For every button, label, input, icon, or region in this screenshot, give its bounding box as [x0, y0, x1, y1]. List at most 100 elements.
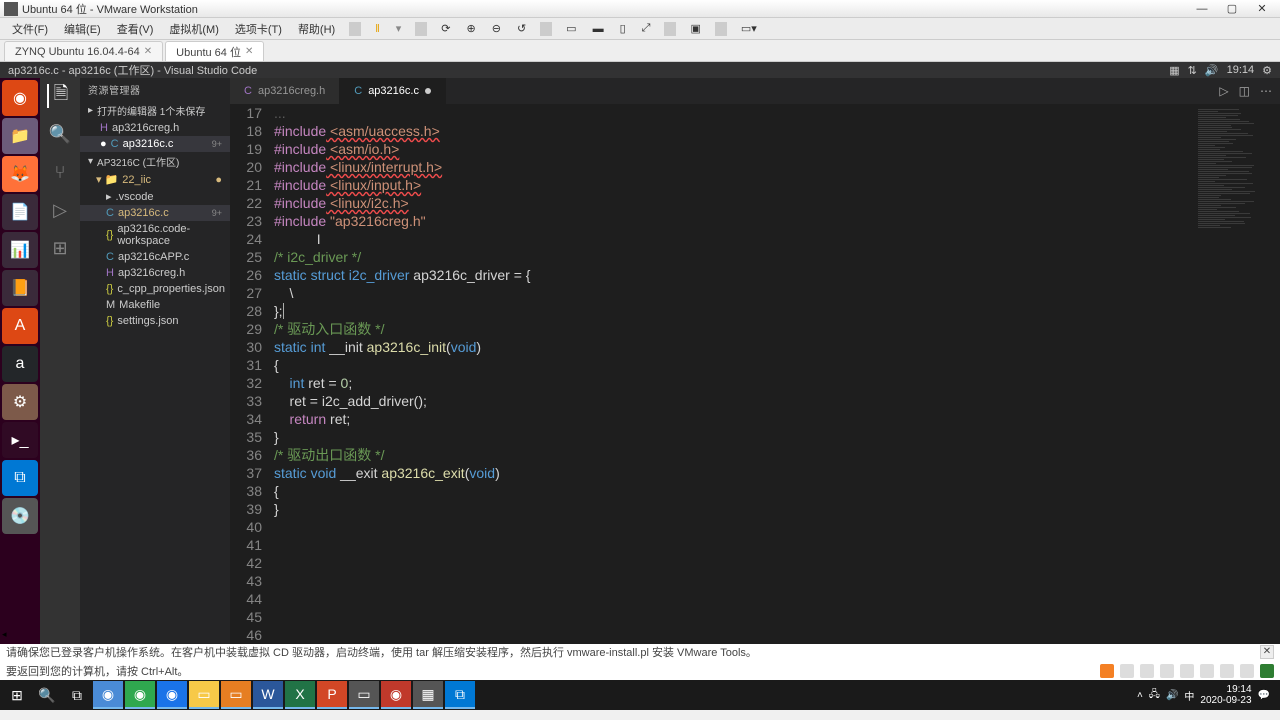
menu-vm[interactable]: 虚拟机(M) — [163, 19, 225, 39]
clock-date: 2020-09-23 — [1200, 695, 1251, 706]
debug-icon[interactable]: ▷ — [48, 198, 72, 222]
settings-icon[interactable]: ⚙ — [1262, 64, 1272, 77]
file-item[interactable]: Hap3216creg.h — [80, 120, 230, 136]
taskbar-app[interactable]: ◉ — [381, 681, 411, 709]
tray-expand-icon[interactable]: ˄ — [1137, 690, 1143, 701]
file-item[interactable]: Hap3216creg.h — [80, 265, 230, 281]
firefox-icon[interactable]: 🦊 — [2, 156, 38, 192]
taskbar-app[interactable]: ▭ — [221, 681, 251, 709]
editor-tab-active[interactable]: Cap3216c.c — [340, 78, 446, 104]
toolbar-icon[interactable]: ⤢ — [636, 20, 657, 37]
start-button[interactable]: ⊞ — [2, 681, 32, 709]
toolbar-icon[interactable]: ▭ — [560, 20, 582, 37]
maximize-button[interactable]: ▢ — [1218, 1, 1246, 17]
workspace-section[interactable]: ▾ AP3216C (工作区) — [80, 152, 230, 171]
tray-icon[interactable] — [1200, 664, 1214, 678]
impress-icon[interactable]: 📙 — [2, 270, 38, 306]
code-area[interactable]: 1718192021222324252627282930313233343536… — [230, 104, 1280, 644]
minimize-button[interactable]: — — [1188, 1, 1216, 17]
folder-item[interactable]: ▾ 📁 22_iic ● — [80, 171, 230, 188]
close-icon[interactable]: ✕ — [245, 46, 253, 57]
toolbar-icon[interactable]: ⊕ — [461, 20, 482, 37]
file-item[interactable]: {}ap3216c.code-workspace — [80, 221, 230, 249]
extensions-icon[interactable]: ⊞ — [48, 236, 72, 260]
tray-icon[interactable] — [1220, 664, 1234, 678]
file-item[interactable]: MMakefile — [80, 297, 230, 313]
files-icon[interactable]: 📁 — [2, 118, 38, 154]
split-icon[interactable]: ◫ — [1239, 84, 1250, 98]
tray-icon[interactable] — [1100, 664, 1114, 678]
minimap[interactable] — [1190, 104, 1280, 644]
tab-label: ap3216c.c — [368, 85, 419, 97]
taskbar-app[interactable]: ⧉ — [445, 681, 475, 709]
search-button[interactable]: 🔍 — [32, 681, 62, 709]
toolbar-icon[interactable]: ▭▾ — [735, 20, 763, 37]
taskbar-app[interactable]: ◉ — [93, 681, 123, 709]
close-button[interactable]: ✕ — [1248, 1, 1276, 17]
terminal-icon[interactable]: ▸_ — [2, 422, 38, 458]
toolbar-icon[interactable]: ↺ — [511, 20, 532, 37]
vm-tab-zynq[interactable]: ZYNQ Ubuntu 16.04.4-64 ✕ — [4, 41, 163, 61]
network-icon[interactable]: ⇅ — [1188, 64, 1197, 77]
tray-icon[interactable] — [1180, 664, 1194, 678]
menu-help[interactable]: 帮助(H) — [292, 19, 341, 39]
taskbar-app[interactable]: ▦ — [413, 681, 443, 709]
taskbar-app[interactable]: X — [285, 681, 315, 709]
file-item-active[interactable]: ●Cap3216c.c9+ — [80, 136, 230, 152]
open-editors-section[interactable]: ▸ 打开的编辑器 1个未保存 — [80, 101, 230, 120]
software-icon[interactable]: A — [2, 308, 38, 344]
taskbar-app[interactable]: ▭ — [189, 681, 219, 709]
taskbar-app[interactable]: ◉ — [125, 681, 155, 709]
settings-icon[interactable]: ⚙ — [2, 384, 38, 420]
folder-item[interactable]: ▸ .vscode — [80, 188, 230, 205]
tray-icon[interactable] — [1240, 664, 1254, 678]
run-icon[interactable]: ▷ — [1219, 84, 1228, 98]
code-content[interactable]: ...#include <asm/uaccess.h>#include <asm… — [274, 104, 1190, 644]
toolbar-icon[interactable]: ▣ — [684, 20, 706, 37]
tray-icon[interactable] — [1160, 664, 1174, 678]
source-control-icon[interactable]: ⑂ — [48, 160, 72, 184]
tray-icon[interactable] — [1120, 664, 1134, 678]
taskbar-app[interactable]: ◉ — [157, 681, 187, 709]
disc-icon[interactable]: 💿 — [2, 498, 38, 534]
file-item[interactable]: {}settings.json — [80, 313, 230, 329]
vm-tab-ubuntu[interactable]: Ubuntu 64 位 ✕ — [165, 41, 264, 61]
dropdown-icon[interactable]: ▾ — [390, 20, 408, 37]
menu-view[interactable]: 查看(V) — [111, 19, 160, 39]
menu-tabs[interactable]: 选项卡(T) — [229, 19, 288, 39]
toolbar-icon[interactable]: ▯ — [614, 20, 632, 37]
file-item[interactable]: Cap3216cAPP.c — [80, 249, 230, 265]
explorer-icon[interactable]: 🗎 — [47, 84, 71, 108]
file-item[interactable]: {}c_cpp_properties.json — [80, 281, 230, 297]
notifications-icon[interactable]: 💬 — [1258, 690, 1270, 701]
taskbar-clock[interactable]: 19:14 2020-09-23 — [1200, 684, 1251, 706]
toolbar-icon[interactable]: ⟳ — [435, 20, 456, 37]
writer-icon[interactable]: 📄 — [2, 194, 38, 230]
volume-icon[interactable]: 🔊 — [1205, 64, 1219, 77]
close-icon[interactable]: ✕ — [144, 46, 152, 57]
grid-icon[interactable]: ▦ — [1169, 64, 1179, 77]
tray-icon[interactable] — [1260, 664, 1274, 678]
taskbar-app[interactable]: ▭ — [349, 681, 379, 709]
tray-volume-icon[interactable]: 🔊 — [1166, 690, 1178, 701]
calc-icon[interactable]: 📊 — [2, 232, 38, 268]
tray-network-icon[interactable]: 🖧 — [1149, 687, 1160, 704]
taskbar-app[interactable]: W — [253, 681, 283, 709]
pause-button[interactable]: ‖ — [369, 21, 386, 37]
amazon-icon[interactable]: a — [2, 346, 38, 382]
search-icon[interactable]: 🔍 — [48, 122, 72, 146]
close-tip-button[interactable]: ✕ — [1260, 645, 1274, 659]
toolbar-icon[interactable]: ⊖ — [486, 20, 507, 37]
more-icon[interactable]: ⋯ — [1260, 84, 1272, 98]
menu-file[interactable]: 文件(F) — [6, 19, 54, 39]
file-item[interactable]: Cap3216c.c9+ — [80, 205, 230, 221]
editor-tab[interactable]: Cap3216creg.h — [230, 78, 340, 104]
ubuntu-dash-icon[interactable]: ◉ — [2, 80, 38, 116]
taskview-button[interactable]: ⧉ — [62, 681, 92, 709]
tray-ime-icon[interactable]: 中 — [1184, 688, 1194, 703]
vscode-launcher-icon[interactable]: ⧉ — [2, 460, 38, 496]
taskbar-app[interactable]: P — [317, 681, 347, 709]
tray-icon[interactable] — [1140, 664, 1154, 678]
toolbar-icon[interactable]: ▬ — [587, 21, 610, 37]
menu-edit[interactable]: 编辑(E) — [58, 19, 107, 39]
